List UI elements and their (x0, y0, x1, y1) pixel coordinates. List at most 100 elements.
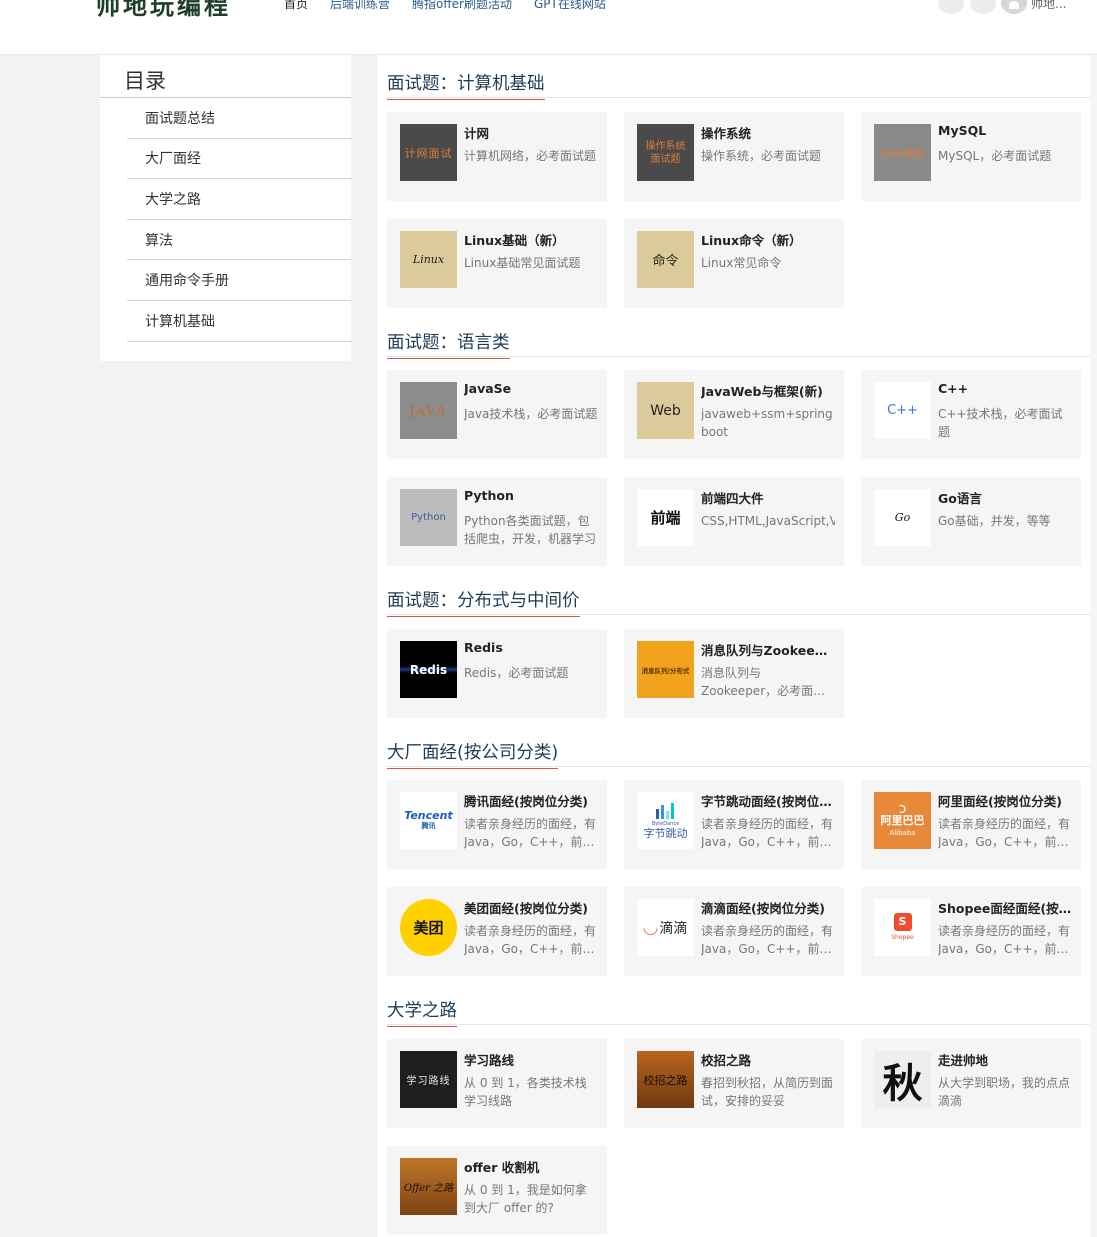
username[interactable]: 帅地... (1031, 0, 1066, 12)
card-cpp[interactable]: C++ C++ C++技术栈，必考面试题 (861, 370, 1081, 459)
nav-item-gpt-site[interactable]: GPT在线网站 (534, 0, 606, 12)
sidebar-item-company-interviews[interactable]: 大厂面经 (127, 139, 351, 180)
sidebar-item-algorithms[interactable]: 算法 (127, 220, 351, 261)
linux-icon: Linux (400, 231, 457, 288)
calligraphy-icon: 秋 (874, 1051, 931, 1108)
card-title: JavaWeb与框架(新) (701, 384, 823, 399)
alibaba-logo-subtext: Alibaba (889, 828, 916, 837)
bytedance-bars-icon (655, 802, 674, 819)
card-desc: C++技术栈，必考面试题 (938, 407, 1063, 439)
card-desc: Linux常见命令 (701, 256, 782, 270)
card-title: JavaSe (464, 381, 512, 396)
card-desc: Linux基础常见面试题 (464, 256, 581, 270)
card-shopee[interactable]: S Shopee Shopee面经面经(按岗位分类) 读者亲身经历的面经，有Ja… (861, 887, 1081, 976)
main-content: 面试题：计算机基础 计网面试 计网 计算机网络，必考面试题 操作系统面试题 操作… (378, 55, 1090, 1237)
card-title: 校招之路 (701, 1053, 752, 1068)
didi-mark-icon: ◡ (643, 917, 658, 938)
card-campus-recruit[interactable]: 校招之路 校招之路 春招到秋招，从简历到面试，安排的妥妥 (624, 1039, 844, 1128)
frontend-icon: 前端 (637, 489, 694, 546)
sidebar-item-command-manual[interactable]: 通用命令手册 (127, 260, 351, 301)
card-learning-route[interactable]: 学习路线 学习路线 从 0 到 1，各类技术栈学习线路 (387, 1039, 607, 1128)
card-linux-basics[interactable]: Linux Linux基础（新） Linux基础常见面试题 (387, 219, 607, 308)
cpp-icon: C++ (874, 382, 931, 439)
card-javaweb[interactable]: Web JavaWeb与框架(新) javaweb+ssm+springboot (624, 370, 844, 459)
card-alibaba[interactable]: ↄ 阿里巴巴 Alibaba 阿里面经(按岗位分类) 读者亲身经历的面经，有Ja… (861, 780, 1081, 869)
command-icon: 命令 (637, 231, 694, 288)
nav-item-home[interactable]: 首页 (284, 0, 308, 12)
avatar[interactable] (1001, 0, 1027, 14)
card-desc: 从大学到职场，我的点点滴滴 (938, 1076, 1071, 1108)
card-title: 字节跳动面经(按岗位分类) (701, 794, 835, 809)
learning-route-icon: 学习路线 (400, 1051, 457, 1108)
sidebar-item-cs-basics[interactable]: 计算机基础 (127, 301, 351, 342)
card-title: Python (464, 488, 514, 503)
alibaba-smile-icon: ↄ (898, 800, 907, 817)
card-title: 腾讯面经(按岗位分类) (464, 794, 588, 809)
card-title: 滴滴面经(按岗位分类) (701, 901, 825, 916)
tencent-logo-subtext: 腾讯 (421, 821, 436, 830)
card-desc: 读者亲身经历的面经，有Java，Go，C++，前端等 (464, 817, 597, 849)
go-icon: Go (874, 489, 931, 546)
java-icon: JAVA (400, 382, 457, 439)
web-icon: Web (637, 382, 694, 439)
site-logo[interactable]: 帅地玩编程 (96, 0, 231, 21)
network-interview-icon: 计网面试 (400, 124, 457, 181)
search-icon[interactable] (938, 0, 964, 14)
card-frontend[interactable]: 前端 前端四大件 CSS,HTML,JavaScript,Vue (624, 477, 844, 566)
card-mq-zookeeper[interactable]: 消息队列|分布式 消息队列与Zookeeper 消息队列与Zookeeper，必… (624, 629, 844, 718)
alibaba-logo-text: 阿里巴巴 (880, 813, 925, 827)
card-desc: Python各类面试题，包括爬虫，开发，机器学习 (464, 514, 597, 546)
card-javase[interactable]: JAVA JavaSe Java技术栈，必考面试题 (387, 370, 607, 459)
campus-recruit-icon: 校招之路 (637, 1051, 694, 1108)
card-mysql[interactable]: DB与缓存 MySQL MySQL，必考面试题 (861, 112, 1081, 201)
card-meituan[interactable]: 美团 美团面经(按岗位分类) 读者亲身经历的面经，有Java，Go，C++，前端… (387, 887, 607, 976)
db-cache-icon: DB与缓存 (874, 124, 931, 181)
offer-road-icon: Offer 之路 (400, 1158, 457, 1215)
card-desc: javaweb+ssm+springboot (701, 407, 833, 439)
card-title: 计网 (464, 126, 490, 141)
divider (387, 1024, 1090, 1025)
bytedance-logo-icon: ByteDance 字节跳动 (637, 792, 694, 849)
card-desc: 读者亲身经历的面经，有Java，Go，C++，前端等 (464, 924, 597, 956)
card-go[interactable]: Go Go语言 Go基础，并发，等等 (861, 477, 1081, 566)
card-title: Go语言 (938, 491, 982, 506)
card-desc: Redis，必考面试题 (464, 666, 569, 680)
card-python[interactable]: Python Python Python各类面试题，包括爬虫，开发，机器学习 (387, 477, 607, 566)
sidebar-item-college-road[interactable]: 大学之路 (127, 179, 351, 220)
card-network[interactable]: 计网面试 计网 计算机网络，必考面试题 (387, 112, 607, 201)
python-icon: Python (400, 489, 457, 546)
card-didi[interactable]: ◡ 滴滴 滴滴面经(按岗位分类) 读者亲身经历的面经，有Java，Go，C++，… (624, 887, 844, 976)
tencent-logo-text: Tencent (404, 808, 453, 822)
divider (387, 614, 1090, 615)
card-linux-commands[interactable]: 命令 Linux命令（新） Linux常见命令 (624, 219, 844, 308)
nav-item-offer-activity[interactable]: 腾指offer刷题活动 (412, 0, 512, 12)
card-tencent[interactable]: Tencent 腾讯 腾讯面经(按岗位分类) 读者亲身经历的面经，有Java，G… (387, 780, 607, 869)
card-os[interactable]: 操作系统面试题 操作系统 操作系统，必考面试题 (624, 112, 844, 201)
card-offer-harvester[interactable]: Offer 之路 offer 收割机 从 0 到 1，我是如何拿到大厂 offe… (387, 1146, 607, 1235)
meituan-logo-icon: 美团 (400, 899, 457, 956)
card-title: Shopee面经面经(按岗位分类) (938, 901, 1072, 916)
card-about-shuaidi[interactable]: 秋 走进帅地 从大学到职场，我的点点滴滴 (861, 1039, 1081, 1128)
redis-icon: Redis (400, 641, 457, 698)
card-title: Redis (464, 640, 503, 655)
card-desc: Java技术栈，必考面试题 (464, 407, 598, 421)
card-bytedance[interactable]: ByteDance 字节跳动 字节跳动面经(按岗位分类) 读者亲身经历的面经，有… (624, 780, 844, 869)
section-title-company-interviews: 大厂面经(按公司分类) (387, 739, 559, 769)
card-desc: 读者亲身经历的面经，有Java，Go，C++，前端等 (938, 817, 1071, 849)
theme-toggle-icon[interactable] (970, 0, 996, 14)
shopee-logo-text: Shopee (891, 933, 914, 941)
card-title: 学习路线 (464, 1053, 515, 1068)
mq-icon: 消息队列|分布式 (637, 641, 694, 698)
nav-item-backend-camp[interactable]: 后端训练营 (330, 0, 390, 12)
card-desc: 计算机网络，必考面试题 (464, 149, 597, 163)
card-title: 美团面经(按岗位分类) (464, 901, 588, 916)
card-desc: 操作系统，必考面试题 (701, 149, 822, 163)
card-redis[interactable]: Redis Redis Redis，必考面试题 (387, 629, 607, 718)
sidebar-item-interview-summary[interactable]: 面试题总结 (127, 98, 351, 139)
os-interview-icon: 操作系统面试题 (637, 124, 694, 181)
card-desc: 读者亲身经历的面经，有Java，Go，C++，前端等 (701, 817, 834, 849)
card-desc: CSS,HTML,JavaScript,Vue (701, 514, 835, 528)
card-title: MySQL (938, 123, 987, 138)
card-desc: Go基础，并发，等等 (938, 514, 1051, 528)
card-desc: 读者亲身经历的面经，有Java，Go，C++，前端等 (701, 924, 834, 956)
